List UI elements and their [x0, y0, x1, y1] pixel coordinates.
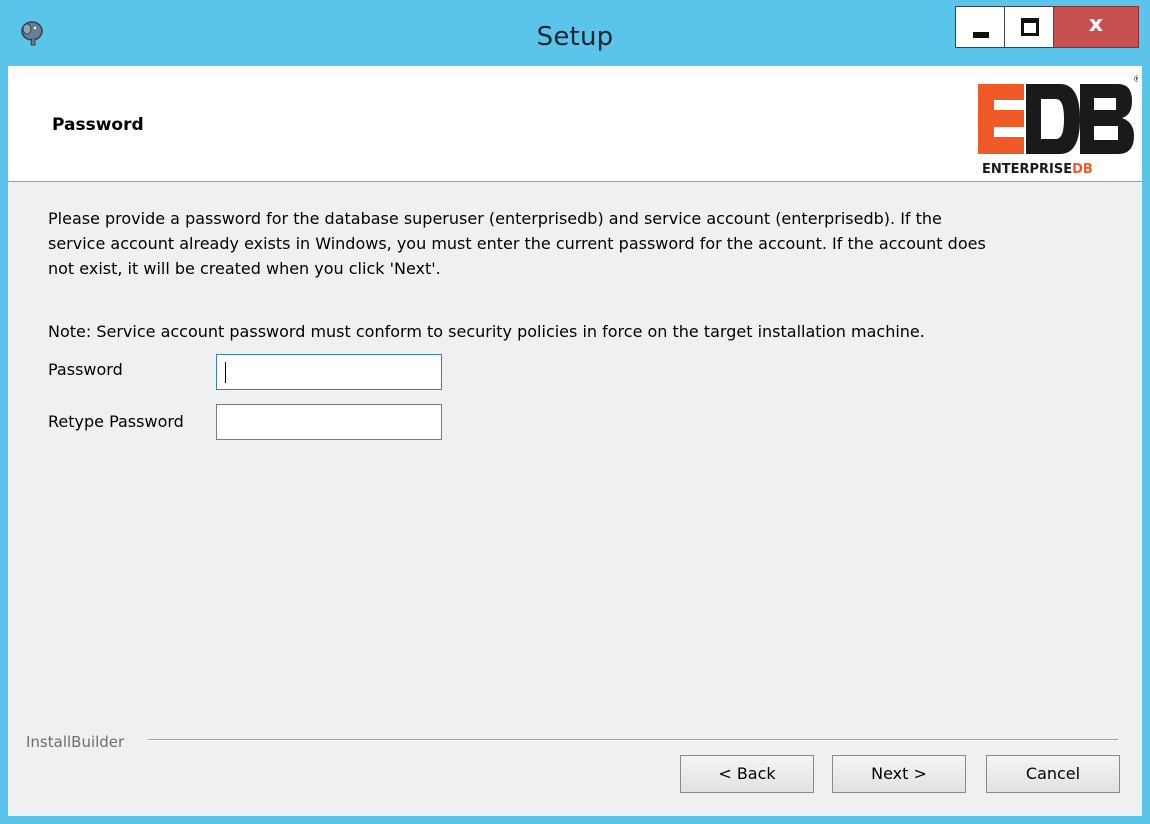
logo-wordmark-enterprise: ENTERPRISE	[982, 162, 1072, 177]
setup-window: Setup x Password ® ENTERPRISEDB Please p…	[0, 0, 1150, 824]
close-icon: x	[1088, 12, 1104, 37]
registered-mark: ®	[1133, 75, 1138, 85]
minimize-icon	[973, 32, 989, 38]
page-title: Password	[52, 115, 144, 135]
description-line: Please provide a password for the databa…	[48, 209, 942, 228]
minimize-button[interactable]	[955, 6, 1005, 48]
description-line: not exist, it will be created when you c…	[48, 259, 441, 278]
retype-password-label: Retype Password	[48, 412, 184, 431]
installbuilder-label: InstallBuilder	[26, 733, 129, 751]
note-text: Note: Service account password must conf…	[48, 322, 925, 341]
description-text: Please provide a password for the databa…	[48, 206, 1118, 281]
maximize-button[interactable]	[1004, 6, 1054, 48]
footer-divider-highlight	[148, 740, 1118, 741]
close-button[interactable]: x	[1053, 6, 1139, 48]
svg-text:ENTERPRISEDB: ENTERPRISEDB	[982, 162, 1093, 177]
cancel-button[interactable]: Cancel	[986, 755, 1120, 793]
page-header: Password ® ENTERPRISEDB	[8, 66, 1142, 182]
text-caret	[225, 362, 226, 383]
password-label: Password	[48, 360, 123, 379]
retype-password-input[interactable]	[216, 404, 442, 440]
enterprisedb-logo: ® ENTERPRISEDB	[968, 72, 1142, 182]
description-line: service account already exists in Window…	[48, 234, 986, 253]
title-bar[interactable]: Setup x	[0, 0, 1150, 66]
logo-wordmark-db: DB	[1072, 162, 1093, 177]
back-button[interactable]: < Back	[680, 755, 814, 793]
maximize-icon	[1021, 18, 1039, 36]
password-input[interactable]	[216, 354, 442, 390]
next-button[interactable]: Next >	[832, 755, 966, 793]
dialog-client-area: Password ® ENTERPRISEDB Please provide a…	[8, 66, 1142, 816]
